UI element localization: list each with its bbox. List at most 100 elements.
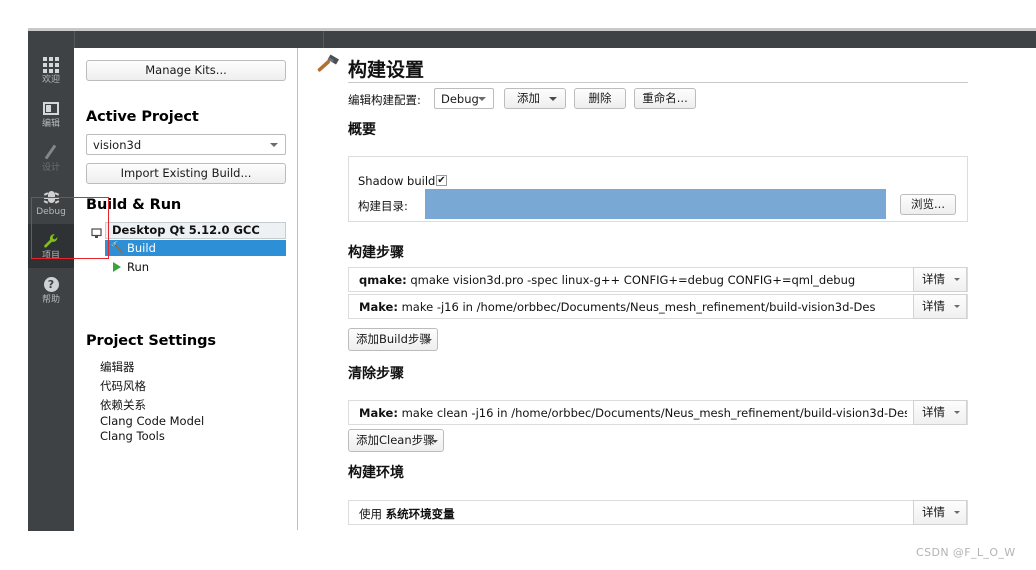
details-button[interactable]: 详情 (913, 500, 967, 525)
build-steps-heading: 构建步骤 (348, 245, 404, 261)
desktop-device-icon (91, 224, 102, 238)
chevron-down-icon (549, 97, 557, 101)
clean-step-row[interactable]: Make: make clean -j16 in /home/orbbec/Do… (348, 400, 968, 425)
build-step-name: qmake: (359, 273, 407, 287)
summary-heading: 概要 (348, 122, 376, 138)
sidebar-item-debug[interactable]: Debug (28, 180, 74, 224)
add-config-button[interactable]: 添加 (504, 88, 566, 109)
details-label: 详情 (922, 405, 945, 419)
titlebar-divider-right (323, 31, 324, 48)
sidebar-item-label: 设计 (41, 162, 60, 173)
settings-item-clang-tools[interactable]: Clang Tools (100, 429, 165, 443)
shadow-build-checkbox[interactable]: ✔ (436, 175, 447, 186)
clean-steps-heading: 清除步骤 (348, 366, 404, 382)
add-config-label: 添加 (517, 91, 540, 105)
rename-config-button[interactable]: 重命名... (634, 88, 696, 109)
build-step-command: qmake vision3d.pro -spec linux-g++ CONFI… (406, 273, 856, 287)
bug-icon (42, 188, 60, 206)
sidebar-item-design[interactable]: 设计 (28, 136, 74, 180)
edit-panel-icon (42, 100, 60, 118)
browse-button[interactable]: 浏览... (900, 194, 956, 215)
sidebar-item-label: 编辑 (41, 118, 60, 129)
build-step-row[interactable]: qmake: qmake vision3d.pro -spec linux-g+… (348, 267, 968, 292)
tree-item-run[interactable]: Run (105, 259, 286, 275)
sidebar-item-projects[interactable]: 项目 (28, 224, 74, 268)
chevron-down-icon (426, 339, 432, 342)
details-button[interactable]: 详情 (913, 267, 967, 292)
settings-item-dependencies[interactable]: 依赖关系 (100, 397, 146, 413)
build-directory-label: 构建目录: (358, 199, 408, 213)
build-environment-value: 系统环境变量 (385, 507, 455, 521)
add-build-step-label: 添加Build步骤 (356, 332, 431, 346)
build-config-value: Debug (441, 92, 479, 106)
build-environment-heading: 构建环境 (348, 465, 404, 481)
build-environment-row[interactable]: 使用 系统环境变量 详情 (348, 500, 968, 525)
details-button[interactable]: 详情 (913, 294, 967, 319)
play-icon (111, 261, 123, 273)
clean-step-command: make clean -j16 in /home/orbbec/Document… (397, 406, 907, 420)
build-step-command: make -j16 in /home/orbbec/Documents/Neus… (397, 300, 876, 314)
active-project-value: vision3d (93, 138, 142, 152)
chevron-down-icon (954, 411, 960, 414)
page-title: 构建设置 (348, 59, 425, 81)
chevron-down-icon (954, 511, 960, 514)
build-run-heading: Build & Run (86, 197, 182, 213)
sidebar-item-label: 项目 (41, 250, 60, 261)
sidebar-item-edit[interactable]: 编辑 (28, 92, 74, 136)
sidebar-item-welcome[interactable]: 欢迎 (28, 48, 74, 92)
add-build-step-button[interactable]: 添加Build步骤 (348, 328, 438, 351)
tree-item-build[interactable]: 🔨 Build (105, 240, 286, 256)
watermark: CSDN @F_L_O_W (916, 546, 1016, 559)
pencil-icon (42, 144, 60, 162)
edit-build-config-label: 编辑构建配置: (348, 93, 421, 107)
title-underline (348, 82, 968, 83)
settings-item-editor[interactable]: 编辑器 (100, 359, 135, 375)
project-navigation-panel: Manage Kits... Active Project vision3d I… (74, 48, 298, 531)
build-config-select[interactable]: Debug (434, 88, 494, 109)
sidebar-item-label: 帮助 (41, 294, 60, 305)
build-step-name: Make: (359, 300, 398, 314)
kit-item-desktop-qt[interactable]: Desktop Qt 5.12.0 GCC 64bit (105, 222, 286, 252)
chevron-down-icon (432, 440, 438, 443)
settings-item-clang-code-model[interactable]: Clang Code Model (100, 414, 204, 428)
chevron-down-icon (478, 97, 486, 101)
add-clean-step-label: 添加Clean步骤 (356, 433, 435, 447)
build-step-text: Make: make -j16 in /home/orbbec/Document… (359, 300, 875, 314)
tree-item-label: Build (127, 241, 156, 255)
wrench-icon (42, 232, 60, 250)
build-directory-input[interactable] (425, 189, 886, 219)
window-titlebar (28, 31, 1036, 48)
mode-sidebar: 欢迎 编辑 设计 Debug 项目 ? 帮助 (28, 48, 74, 531)
app-window: 欢迎 编辑 设计 Debug 项目 ? 帮助 Manage Kits... Ac… (0, 0, 1036, 570)
build-step-row[interactable]: Make: make -j16 in /home/orbbec/Document… (348, 294, 968, 319)
sidebar-item-label: Debug (36, 206, 66, 217)
build-step-text: qmake: qmake vision3d.pro -spec linux-g+… (359, 273, 855, 287)
chevron-down-icon (270, 143, 278, 147)
manage-kits-button[interactable]: Manage Kits... (86, 60, 286, 81)
delete-config-button[interactable]: 删除 (574, 88, 626, 109)
sidebar-item-help[interactable]: ? 帮助 (28, 268, 74, 312)
build-environment-text: 使用 系统环境变量 (359, 506, 455, 522)
clean-step-text: Make: make clean -j16 in /home/orbbec/Do… (359, 406, 907, 420)
tree-item-label: Run (127, 260, 150, 274)
active-project-select[interactable]: vision3d (86, 134, 286, 155)
details-label: 详情 (922, 505, 945, 519)
build-environment-prefix: 使用 (359, 507, 386, 521)
settings-item-code-style[interactable]: 代码风格 (100, 378, 146, 394)
titlebar-divider-left (74, 31, 75, 48)
import-existing-build-button[interactable]: Import Existing Build... (86, 163, 286, 184)
sidebar-item-label: 欢迎 (41, 74, 60, 85)
chevron-down-icon (954, 278, 960, 281)
question-mark-icon: ? (42, 276, 60, 294)
hammer-icon (312, 50, 342, 80)
shadow-build-label: Shadow build: (358, 174, 440, 188)
details-label: 详情 (922, 299, 945, 313)
details-label: 详情 (922, 272, 945, 286)
hammer-icon: 🔨 (110, 241, 124, 254)
project-settings-heading: Project Settings (86, 333, 216, 349)
details-button[interactable]: 详情 (913, 400, 967, 425)
chevron-down-icon (954, 305, 960, 308)
active-project-heading: Active Project (86, 109, 199, 125)
add-clean-step-button[interactable]: 添加Clean步骤 (348, 429, 444, 452)
grid-icon (42, 56, 60, 74)
